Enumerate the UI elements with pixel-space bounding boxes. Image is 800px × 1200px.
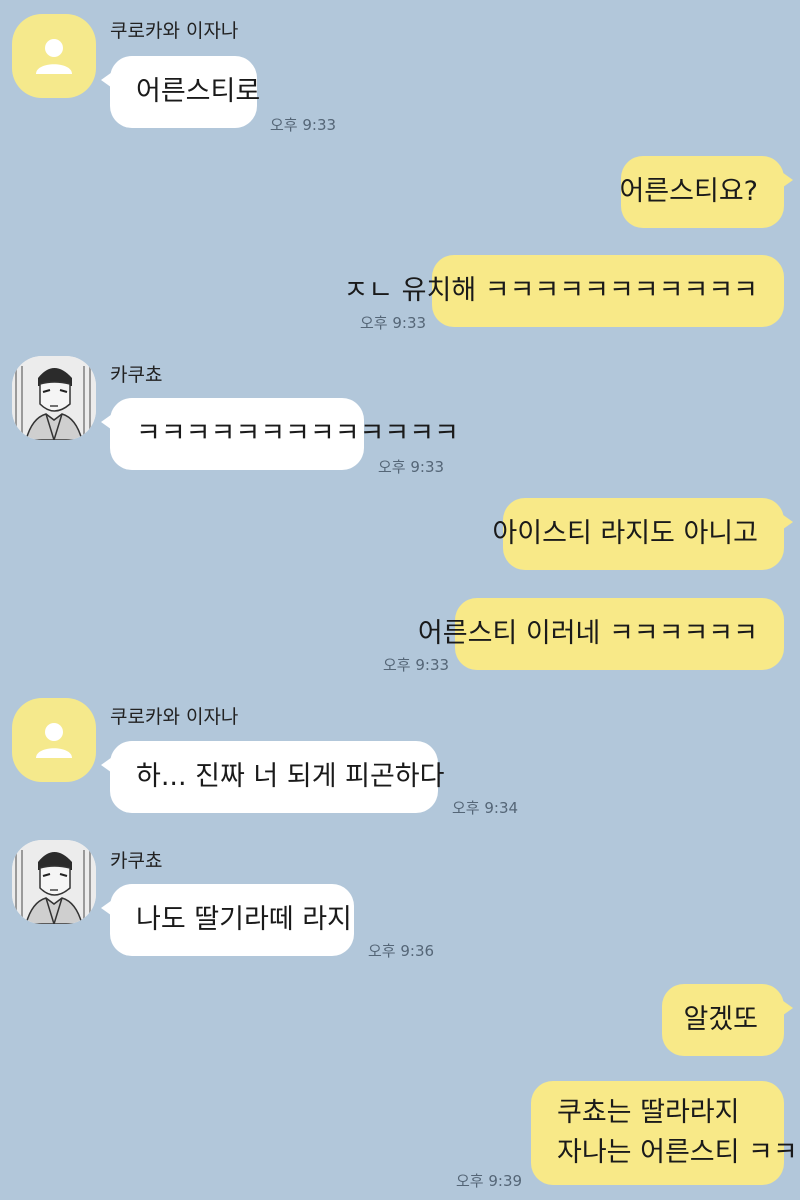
message-bubble[interactable]: 어른스티로 — [101, 56, 261, 128]
message-timestamp: 오후 9:39 — [456, 1172, 523, 1190]
avatar-kurokawa-izana[interactable] — [12, 698, 96, 782]
message-text: 알겠또 — [683, 1004, 758, 1035]
message-text: 어른스티 이러네 ㅋㅋㅋㅋㅋㅋ — [417, 618, 758, 649]
message-text: 하... 진짜 너 되게 피곤하다 — [136, 761, 445, 792]
profile-photo — [12, 840, 96, 924]
message-bubble[interactable]: 알겠또 — [662, 984, 793, 1056]
sender-name: 쿠로카와 이자나 — [110, 706, 239, 728]
message-bubble[interactable]: 어른스티 이러네 ㅋㅋㅋㅋㅋㅋ — [418, 598, 784, 670]
message-text: 나도 딸기라떼 라지 — [136, 904, 352, 935]
message-timestamp: 오후 9:33 — [270, 116, 337, 134]
message-timestamp: 오후 9:33 — [378, 458, 445, 476]
avatar-kakucho[interactable] — [12, 356, 96, 440]
message-text: 아이스티 라지도 아니고 — [492, 518, 758, 549]
default-profile-icon — [36, 723, 72, 758]
sender-name: 쿠로카와 이자나 — [110, 20, 239, 42]
message-timestamp: 오후 9:33 — [383, 656, 450, 674]
message-text: 어른스티요? — [619, 176, 758, 207]
avatar-kakucho[interactable] — [12, 840, 96, 924]
sender-name: 카쿠쵸 — [110, 364, 163, 386]
message-timestamp: 오후 9:34 — [452, 799, 519, 817]
default-profile-icon — [36, 39, 72, 74]
message-bubble[interactable]: ㅈㄴ 유치해 ㅋㅋㅋㅋㅋㅋㅋㅋㅋㅋㅋ — [343, 255, 784, 327]
sender-name: 카쿠쵸 — [110, 850, 163, 872]
message-bubble[interactable]: 하... 진짜 너 되게 피곤하다 — [101, 741, 444, 813]
profile-photo — [12, 356, 96, 440]
message-text: ㅈㄴ 유치해 ㅋㅋㅋㅋㅋㅋㅋㅋㅋㅋㅋ — [343, 275, 758, 306]
message-bubble[interactable]: 아이스티 라지도 아니고 — [492, 498, 793, 570]
message-timestamp: 오후 9:33 — [360, 314, 427, 332]
message-bubble[interactable]: 어른스티요? — [619, 156, 793, 228]
message-bubble[interactable]: ㅋㅋㅋㅋㅋㅋㅋㅋㅋㅋㅋㅋㅋ — [101, 398, 459, 470]
message-timestamp: 오후 9:36 — [368, 942, 435, 960]
message-bubble[interactable]: 쿠쵸는 딸라라지 자나는 어른스티 ㅋㅋ — [531, 1081, 798, 1185]
message-bubble[interactable]: 나도 딸기라떼 라지 — [101, 884, 354, 956]
message-text: ㅋㅋㅋㅋㅋㅋㅋㅋㅋㅋㅋㅋㅋ — [136, 418, 459, 449]
avatar-kurokawa-izana[interactable] — [12, 14, 96, 98]
message-text-line-2: 자나는 어른스티 ㅋㅋ — [557, 1137, 798, 1168]
message-text: 어른스티로 — [136, 76, 261, 107]
message-text-line-1: 쿠쵸는 딸라라지 — [557, 1097, 740, 1128]
